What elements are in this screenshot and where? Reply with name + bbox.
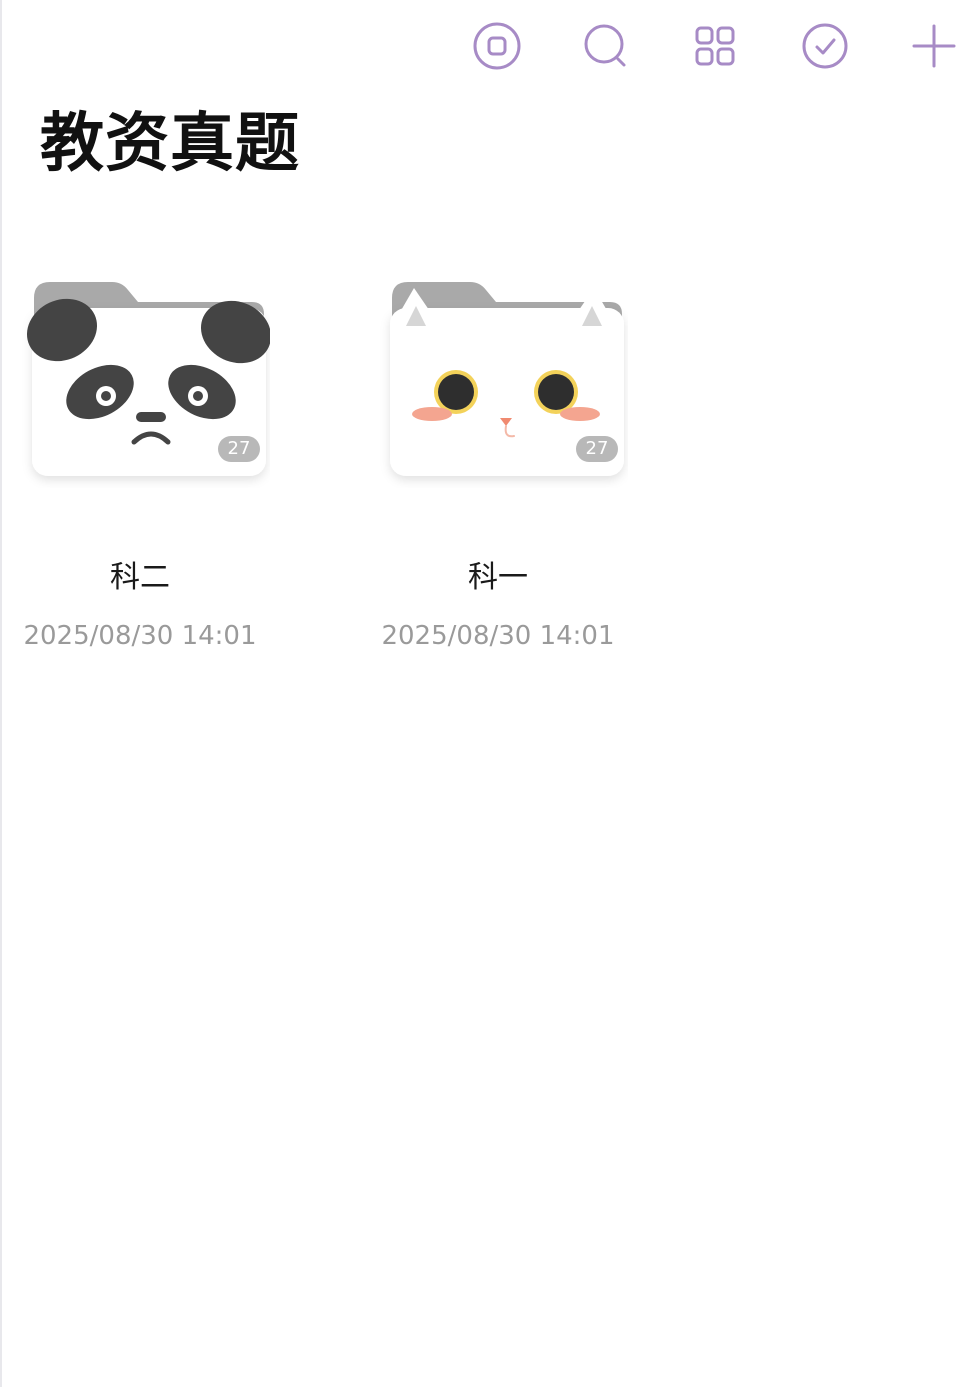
top-toolbar <box>0 0 964 92</box>
item-count-badge: 27 <box>576 436 618 462</box>
add-button[interactable] <box>908 20 960 72</box>
folder-card-ke-er[interactable]: 27 <box>10 278 330 488</box>
select-button[interactable] <box>799 20 851 72</box>
item-count-badge: 27 <box>218 436 260 462</box>
stop-icon <box>473 22 521 70</box>
page-title: 教资真题 <box>40 107 300 181</box>
stop-button[interactable] <box>471 20 523 72</box>
left-edge-divider <box>0 0 2 1387</box>
grid-view-icon <box>695 26 735 66</box>
folder-card-ke-yi[interactable]: 27 <box>368 278 688 488</box>
notes-folder-page: 教资真题 27 科二 2025/08/30 14:01 27 科一 2025/0… <box>0 0 964 1387</box>
cat-folder-icon: 27 <box>378 278 628 488</box>
folder-name[interactable]: 科一 <box>338 558 658 598</box>
search-button[interactable] <box>580 20 632 72</box>
grid-view-button[interactable] <box>689 20 741 72</box>
folder-date: 2025/08/30 14:01 <box>23 621 257 651</box>
select-check-icon <box>802 23 848 69</box>
add-icon <box>912 24 956 68</box>
folder-name[interactable]: 科二 <box>0 558 300 598</box>
folder-date: 2025/08/30 14:01 <box>381 621 615 651</box>
search-icon <box>584 24 626 67</box>
panda-folder-icon: 27 <box>20 278 272 488</box>
